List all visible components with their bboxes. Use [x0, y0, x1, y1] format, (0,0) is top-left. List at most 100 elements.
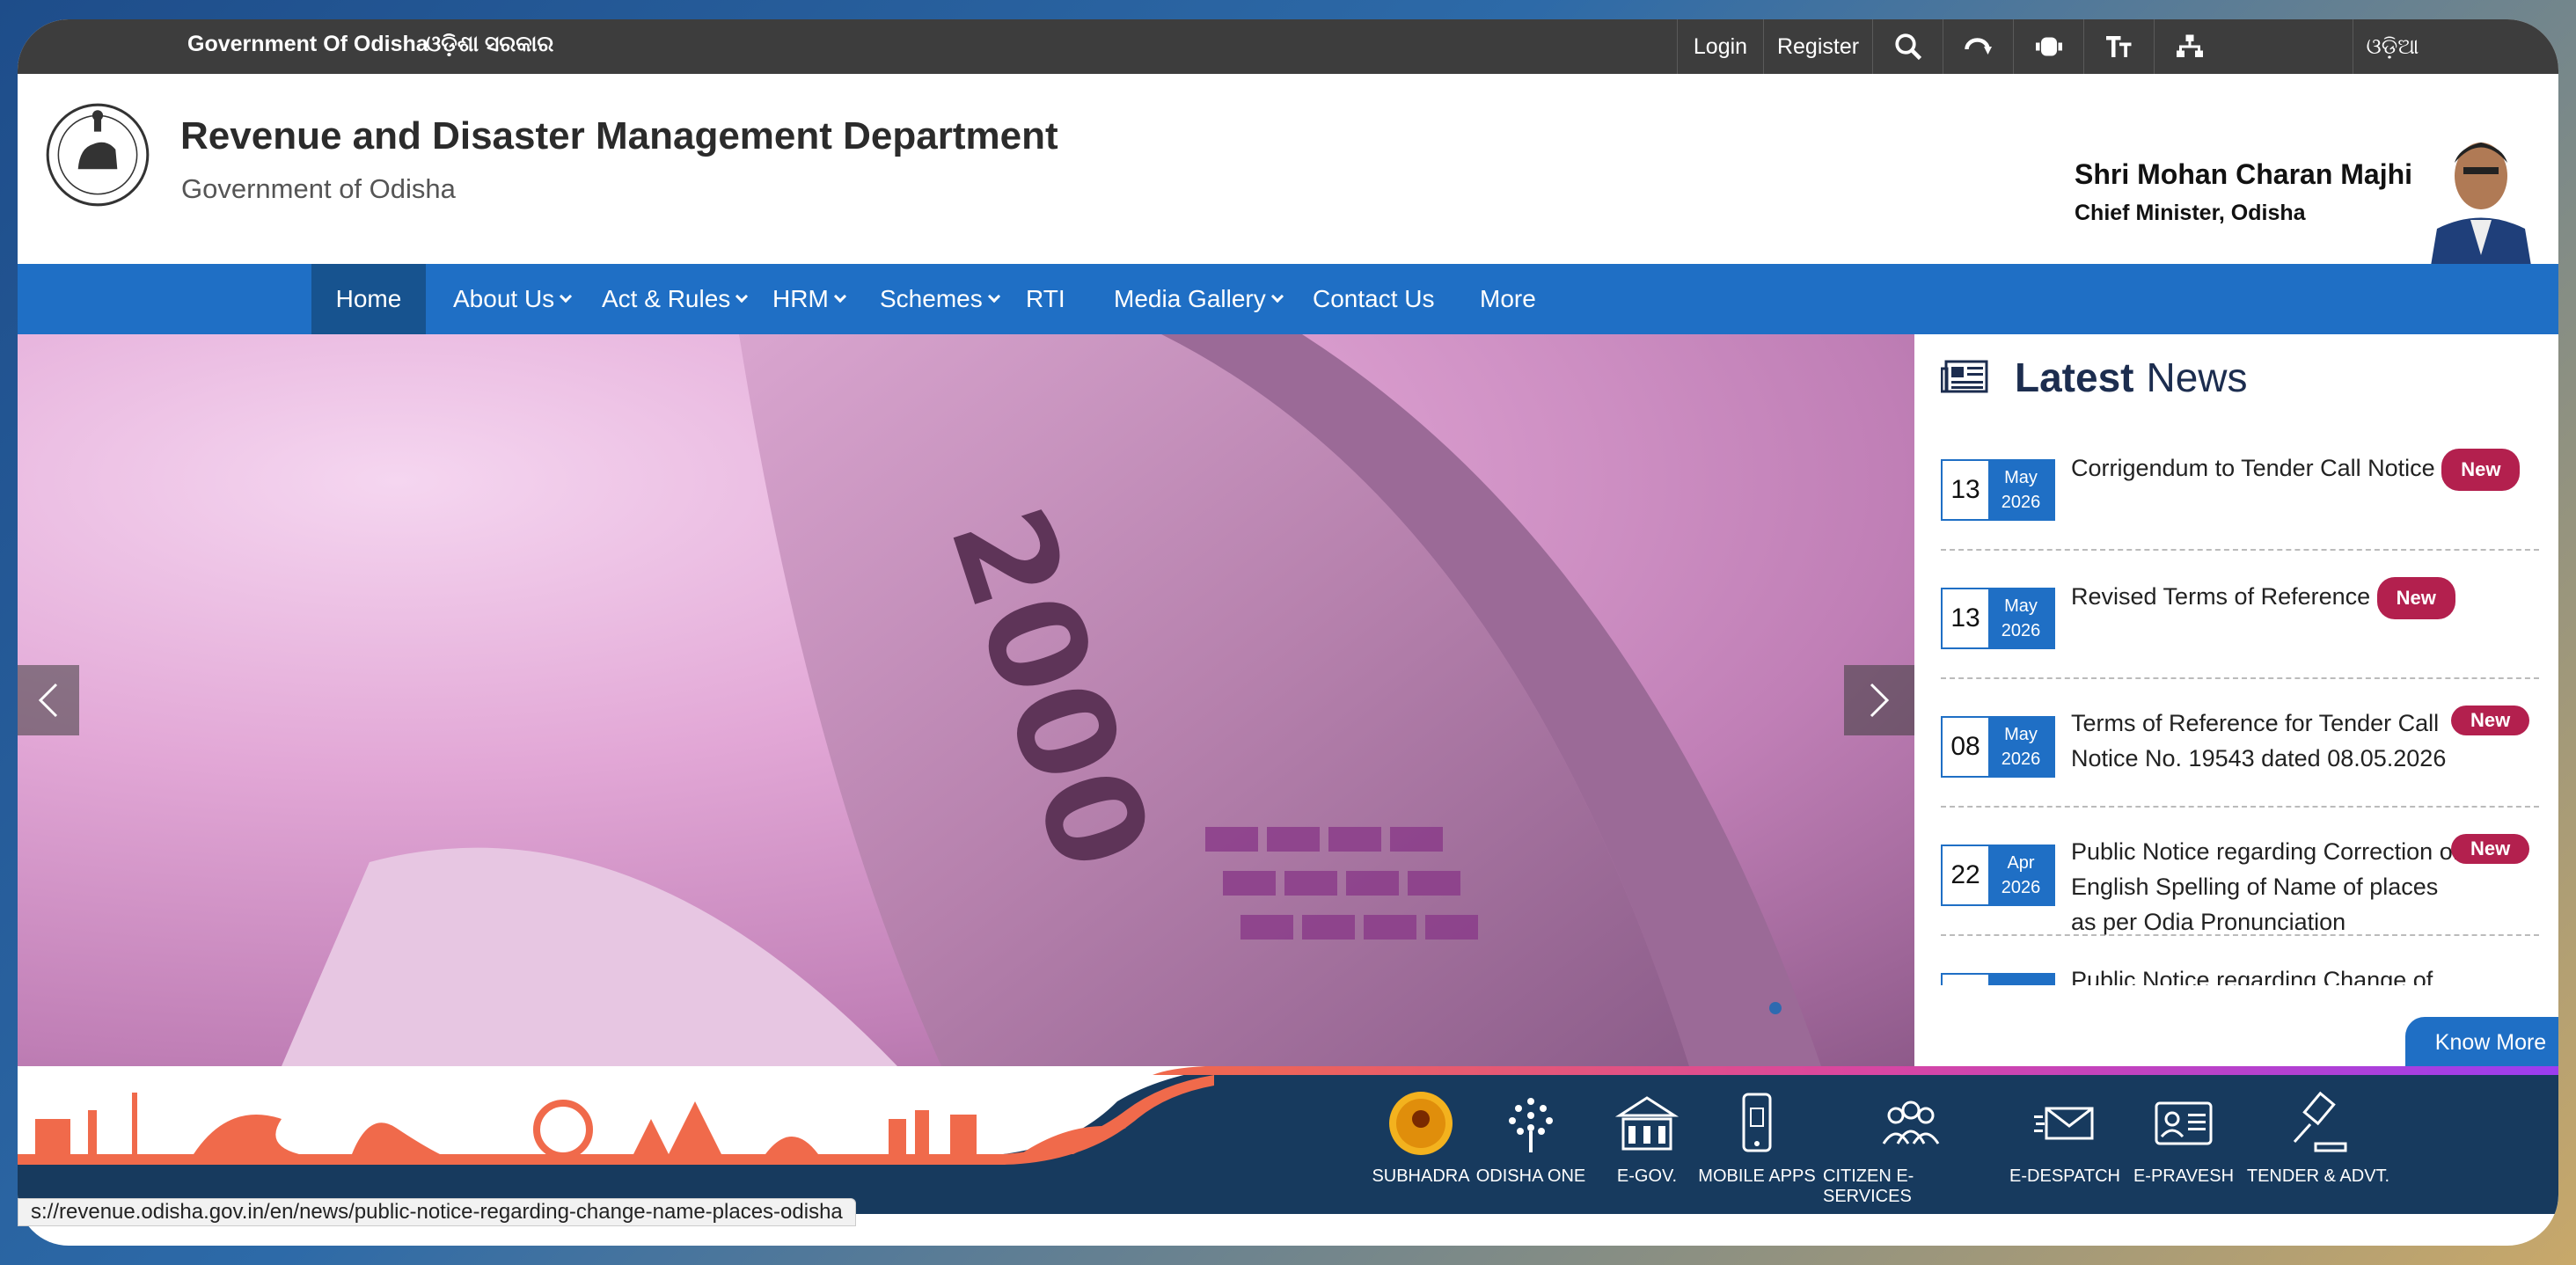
- chevron-left-icon: [38, 683, 58, 718]
- service-e-despatch[interactable]: E-DESPATCH: [2008, 1066, 2122, 1214]
- news-year: 2026: [2001, 749, 2041, 769]
- service-odisha-one[interactable]: ODISHA ONE: [1471, 1066, 1591, 1214]
- nav-schemes[interactable]: Schemes: [880, 264, 1000, 334]
- service-label: E-GOV.: [1616, 1166, 1678, 1186]
- e-pravesh-icon: [2155, 1101, 2213, 1145]
- browser-window: Government Of Odisha ଓଡ଼ିଶା ସରକାର Login …: [18, 19, 2558, 1246]
- news-date: 13 May 2026: [1941, 459, 2055, 521]
- department-title: Revenue and Disaster Management Departme…: [180, 114, 1058, 157]
- language-label: ଓଡ଼ିଆ: [2366, 33, 2419, 59]
- browser-status-url: s://revenue.odisha.gov.in/en/news/public…: [18, 1198, 856, 1226]
- nav-more[interactable]: More: [1480, 264, 1536, 334]
- service-citizen-e-services[interactable]: CITIZEN E-SERVICES: [1823, 1066, 1999, 1214]
- top-utility-bar: Government Of Odisha ଓଡ଼ିଶା ସରକାର Login …: [18, 19, 2558, 74]
- chevron-down-icon: [987, 289, 1000, 303]
- chevron-down-icon: [1270, 289, 1284, 303]
- new-badge: New: [2376, 577, 2455, 619]
- latest-news-panel: Latest News 13 May 2026 Corrigendum to Te…: [1914, 334, 2558, 1066]
- news-text[interactable]: Terms of Reference for Tender Call Notic…: [2071, 710, 2446, 771]
- cm-photo: [2419, 114, 2543, 282]
- citizen-services-icon: [1882, 1100, 1940, 1144]
- news-date: 22 Apr 2026: [1941, 845, 2055, 906]
- odisha-one-icon: [1509, 1098, 1553, 1152]
- news-text[interactable]: Public Notice regarding Correction of En…: [2071, 838, 2459, 935]
- cm-role: Chief Minister, Odisha: [2075, 201, 2306, 225]
- nav-rti[interactable]: RTI: [1026, 264, 1065, 334]
- nav-rti-label: RTI: [1026, 285, 1065, 312]
- gov-odisha-odia-link[interactable]: ଓଡ଼ିଶା ସରକାର: [426, 32, 553, 57]
- contrast-icon[interactable]: [2013, 19, 2083, 74]
- sitemap-icon[interactable]: [2154, 19, 2224, 74]
- service-label: CITIZEN E-SERVICES: [1823, 1166, 1914, 1206]
- chevron-down-icon: [560, 289, 573, 303]
- new-badge: New: [2441, 449, 2521, 491]
- nav-contact-us[interactable]: Contact Us: [1313, 264, 1435, 334]
- chevron-right-icon: [1870, 683, 1890, 718]
- news-item[interactable]: 13 May 2026 Revised Terms of Reference Ne…: [1941, 551, 2539, 679]
- text-size-icon[interactable]: [2083, 19, 2154, 74]
- news-text[interactable]: Public Notice regarding Change of name o…: [2071, 967, 2433, 985]
- service-label: E-PRAVESH: [2133, 1166, 2235, 1186]
- nav-home[interactable]: Home: [311, 264, 426, 334]
- new-badge: New: [2451, 834, 2530, 864]
- news-date: 13 May 2026: [1941, 588, 2055, 649]
- language-toggle[interactable]: ଓଡ଼ିଆ: [2353, 19, 2432, 74]
- register-link[interactable]: Register: [1763, 19, 1872, 74]
- new-badge: New: [2451, 706, 2530, 735]
- news-list: 13 May 2026 Corrigendum to Tender Call No…: [1941, 422, 2539, 985]
- service-e-gov[interactable]: E-GOV.: [1605, 1066, 1689, 1214]
- login-link[interactable]: Login: [1677, 19, 1763, 74]
- service-subhadra[interactable]: SUBHADRA: [1372, 1066, 1470, 1214]
- news-day: [1943, 975, 1988, 985]
- newspaper-icon: [1941, 360, 1988, 393]
- e-despatch-icon: [2034, 1107, 2094, 1140]
- egov-building-icon: [1614, 1096, 1680, 1151]
- service-tender-advt[interactable]: TENDER & ADVT.: [2243, 1066, 2393, 1214]
- news-title-rest: News: [2146, 355, 2248, 400]
- news-item[interactable]: 13 May 2026 Corrigendum to Tender Call No…: [1941, 422, 2539, 551]
- news-month: May: [2004, 468, 2038, 487]
- service-e-pravesh[interactable]: E-PRAVESH: [2129, 1066, 2238, 1214]
- hero-slider[interactable]: 2000: [18, 334, 1914, 1066]
- screen-reader-icon[interactable]: [1943, 19, 2013, 74]
- news-month: May: [2004, 596, 2038, 616]
- gov-odisha-link[interactable]: Government Of Odisha: [187, 32, 428, 57]
- main-navigation: Home About Us Act & Rules HRM Schemes RT…: [18, 264, 2558, 334]
- news-title-bold: Latest: [2015, 355, 2134, 400]
- nav-about-us[interactable]: About Us: [453, 264, 573, 334]
- news-item[interactable]: Public Notice regarding Change of name o…: [1941, 936, 2539, 985]
- tender-gavel-icon: [2293, 1091, 2347, 1152]
- news-text[interactable]: Corrigendum to Tender Call Notice: [2071, 455, 2435, 481]
- nav-about-us-label: About Us: [453, 285, 555, 312]
- odisha-emblem-logo[interactable]: [44, 94, 151, 216]
- service-label: SUBHADRA: [1372, 1166, 1470, 1186]
- news-day: 13: [1943, 461, 1988, 519]
- news-item[interactable]: 08 May 2026 Terms of Reference for Tender…: [1941, 679, 2539, 808]
- nav-hrm-label: HRM: [772, 285, 829, 312]
- news-item[interactable]: 22 Apr 2026 Public Notice regarding Corre…: [1941, 808, 2539, 936]
- news-year: 2026: [2001, 878, 2041, 897]
- nav-act-rules-label: Act & Rules: [602, 285, 731, 312]
- department-subtitle: Government of Odisha: [181, 173, 456, 204]
- chevron-down-icon: [735, 289, 749, 303]
- nav-hrm[interactable]: HRM: [772, 264, 846, 334]
- register-label: Register: [1776, 33, 1860, 59]
- nav-contact-us-label: Contact Us: [1313, 285, 1435, 312]
- service-label: ODISHA ONE: [1475, 1166, 1586, 1186]
- nav-media-gallery[interactable]: Media Gallery: [1114, 264, 1284, 334]
- know-more-button[interactable]: Know More: [2405, 1017, 2558, 1068]
- news-date: 08 May 2026: [1941, 716, 2055, 778]
- service-label: MOBILE APPS: [1698, 1166, 1816, 1186]
- service-mobile-apps[interactable]: MOBILE APPS: [1693, 1066, 1821, 1214]
- news-year: 2026: [2001, 621, 2041, 640]
- chevron-down-icon: [833, 289, 846, 303]
- nav-act-rules[interactable]: Act & Rules: [602, 264, 749, 334]
- slider-prev-button[interactable]: [18, 665, 79, 735]
- news-heading: Latest News: [1941, 354, 2248, 401]
- slider-next-button[interactable]: [1844, 665, 1914, 735]
- mobile-apps-icon: [1742, 1093, 1772, 1152]
- search-icon[interactable]: [1872, 19, 1943, 74]
- news-day: 22: [1943, 846, 1988, 904]
- news-text[interactable]: Revised Terms of Reference: [2071, 583, 2370, 610]
- service-label: TENDER & ADVT.: [2246, 1166, 2390, 1186]
